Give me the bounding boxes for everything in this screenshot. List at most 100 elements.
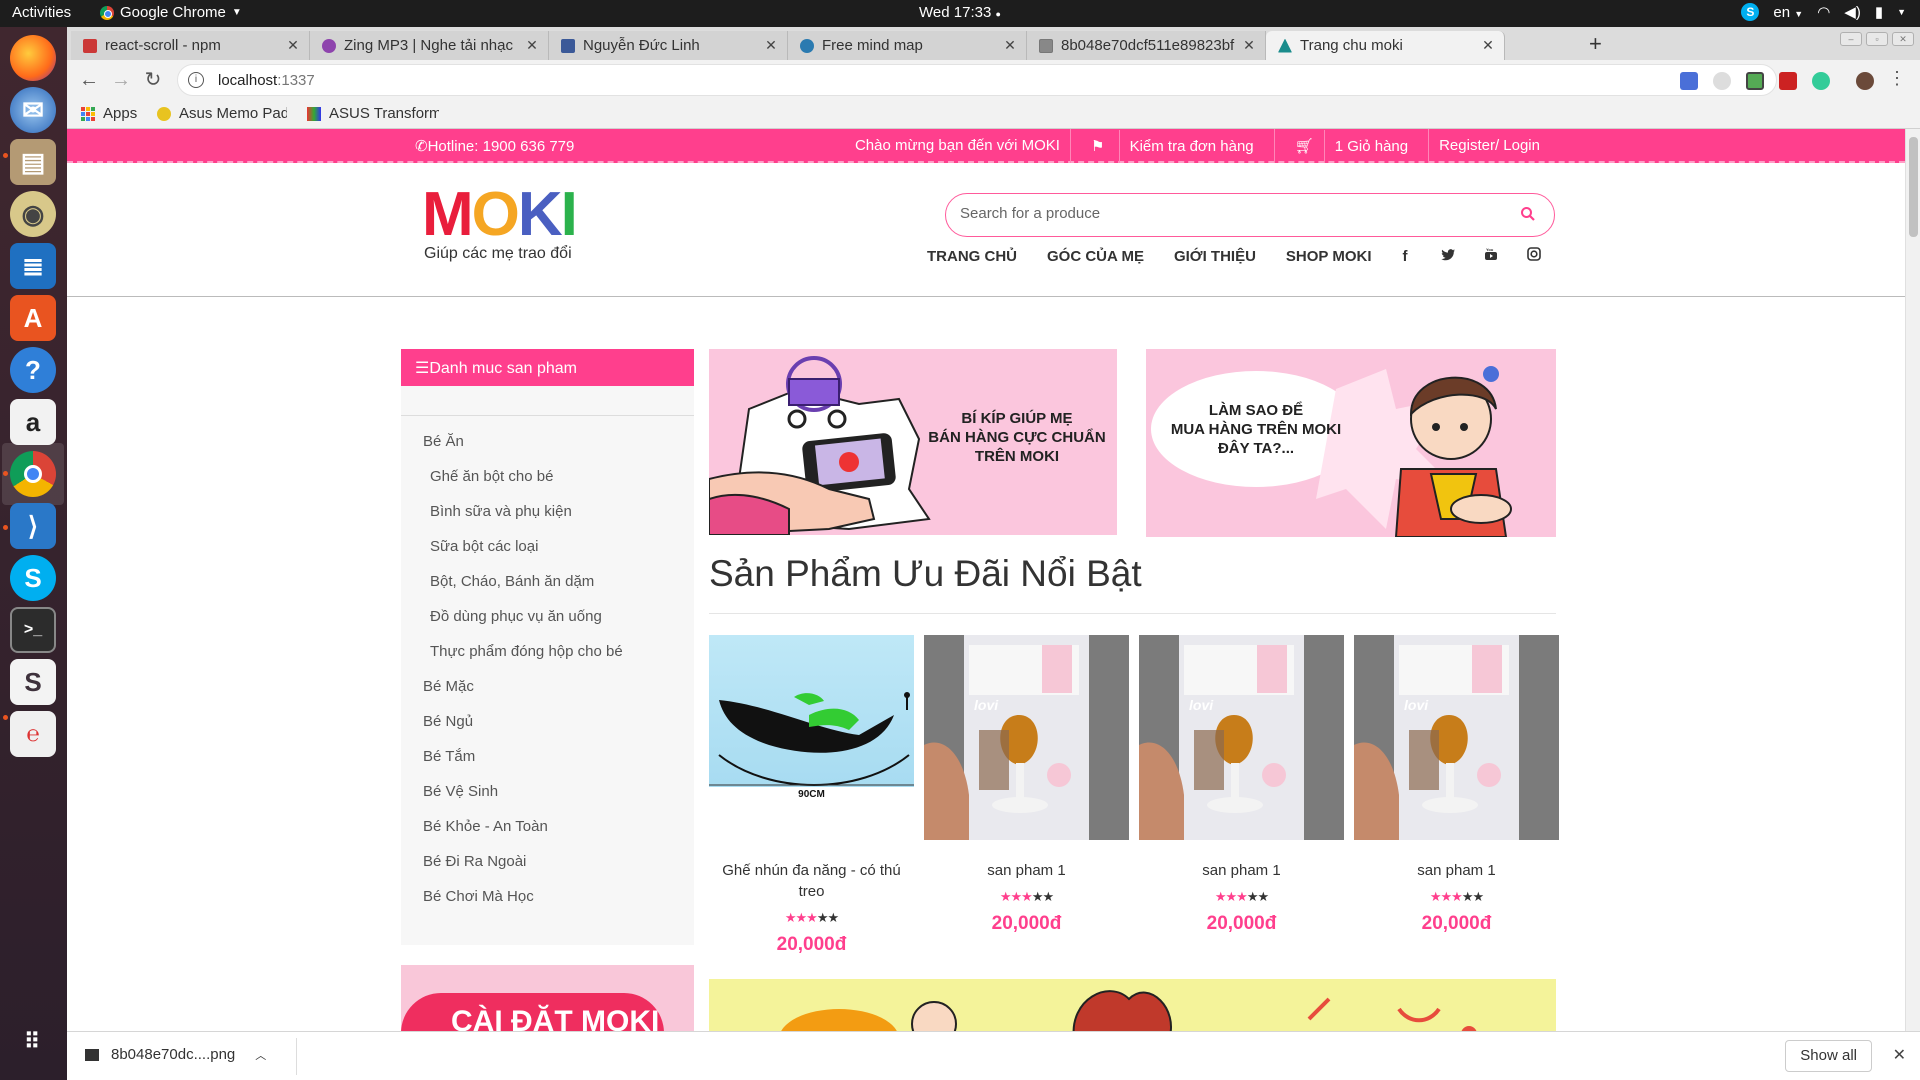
close-icon[interactable]: ✕: [522, 37, 542, 54]
terminal-icon[interactable]: >_: [10, 607, 56, 653]
nav-trang-chu[interactable]: TRANG CHỦ: [927, 248, 1017, 265]
tab-free-mind-map[interactable]: Free mind map ✕: [788, 31, 1027, 60]
system-tray[interactable]: S en ▼ ◠ ◀) ▮ ▼: [1741, 3, 1906, 21]
facebook-icon[interactable]: f: [1384, 248, 1427, 265]
subcategory-item[interactable]: Bình sữa và phụ kiện: [430, 503, 572, 520]
close-icon[interactable]: ✕: [1893, 1045, 1906, 1065]
category-item[interactable]: Bé Ăn: [423, 433, 464, 450]
hotline[interactable]: ✆Hotline: 1900 636 779: [415, 137, 574, 155]
category-item[interactable]: Bé Khỏe - An Toàn: [423, 818, 548, 835]
skype-icon[interactable]: S: [10, 555, 56, 601]
subcategory-item[interactable]: Thực phẩm đóng hộp cho bé: [430, 643, 623, 660]
product-name[interactable]: Ghế nhún đa năng - có thú treo: [709, 860, 914, 902]
tab-zing-mp3[interactable]: Zing MP3 | Nghe tải nhạc ✕: [310, 31, 549, 60]
extension-icon[interactable]: [1779, 72, 1797, 90]
thunderbird-icon[interactable]: ✉: [10, 87, 56, 133]
search-input[interactable]: [960, 205, 1500, 222]
subcategory-item[interactable]: Bột, Cháo, Bánh ăn dặm: [430, 573, 594, 590]
chrome-dock-icon[interactable]: [10, 451, 56, 497]
chrome-menu-icon[interactable]: ⋮: [1888, 68, 1906, 89]
category-item[interactable]: Bé Mặc: [423, 678, 474, 695]
product-card[interactable]: lovi san pham 1 ★★★★★ 20,000đ: [1354, 635, 1559, 935]
clock[interactable]: Wed 17:33 ●: [0, 4, 1920, 21]
reload-button[interactable]: ↻: [139, 66, 167, 94]
product-image-spoon[interactable]: lovi: [924, 635, 1129, 840]
category-item[interactable]: Bé Đi Ra Ngoài: [423, 853, 526, 870]
register-login-link[interactable]: Register/ Login: [1428, 129, 1550, 163]
product-image-spoon[interactable]: lovi: [1139, 635, 1344, 840]
subcategory-item[interactable]: Ghế ăn bột cho bé: [430, 468, 553, 485]
close-window-button[interactable]: ✕: [1892, 32, 1914, 46]
category-item[interactable]: Bé Tắm: [423, 748, 475, 765]
nav-goc-cua-me[interactable]: GÓC CỦA MẸ: [1047, 248, 1144, 265]
cart-link[interactable]: 🛒︎ 1 Giỏ hàng: [1273, 129, 1428, 163]
scrollbar-thumb[interactable]: [1909, 137, 1918, 237]
instagram-icon[interactable]: [1513, 247, 1556, 265]
document-viewer-icon[interactable]: ℮: [10, 711, 56, 757]
extension-icon[interactable]: [1713, 72, 1731, 90]
install-moki-banner[interactable]: CÀI ĐẶT MOKI: [401, 965, 694, 1031]
firefox-icon[interactable]: [10, 35, 56, 81]
new-tab-button[interactable]: +: [1589, 31, 1602, 57]
show-all-button[interactable]: Show all: [1785, 1040, 1872, 1072]
category-menu-header[interactable]: ☰Danh muc san pham: [401, 349, 694, 386]
category-item[interactable]: Bé Chơi Mà Học: [423, 888, 534, 905]
profile-avatar[interactable]: [1856, 72, 1874, 90]
bottom-promo-banner[interactable]: [709, 979, 1556, 1031]
product-image-spoon[interactable]: lovi: [1354, 635, 1559, 840]
bookmark-apps[interactable]: Apps: [81, 105, 137, 122]
software-center-icon[interactable]: A: [10, 295, 56, 341]
address-bar[interactable]: i localhost:1337 ☆: [177, 64, 1777, 96]
moki-logo[interactable]: MOKI Giúp các mẹ trao đổi: [422, 184, 578, 263]
rhythmbox-icon[interactable]: ◉: [10, 191, 56, 237]
product-name[interactable]: san pham 1: [1139, 860, 1344, 881]
category-item[interactable]: Bé Ngủ: [423, 713, 473, 730]
tab-react-scroll[interactable]: react-scroll - npm ✕: [71, 31, 310, 60]
tab-facebook-profile[interactable]: Nguyễn Đức Linh ✕: [549, 31, 788, 60]
extension-icon[interactable]: [1812, 72, 1830, 90]
product-image-bouncer[interactable]: 90CM: [709, 635, 914, 840]
product-card[interactable]: lovi san pham 1 ★★★★★ 20,000đ: [924, 635, 1129, 935]
category-item[interactable]: Bé Vệ Sinh: [423, 783, 498, 800]
extension-icon[interactable]: [1746, 72, 1764, 90]
writer-icon[interactable]: ≣: [10, 243, 56, 289]
files-icon[interactable]: ▤: [10, 139, 56, 185]
tab-image-file[interactable]: 8b048e70dcf511e89823bf ✕: [1027, 31, 1266, 60]
nav-shop-moki[interactable]: SHOP MOKI: [1286, 248, 1372, 265]
youtube-icon[interactable]: You: [1470, 247, 1513, 265]
close-icon[interactable]: ✕: [1239, 37, 1259, 54]
close-icon[interactable]: ✕: [1478, 37, 1498, 54]
nav-gioi-thieu[interactable]: GIỚI THIỆU: [1174, 248, 1256, 265]
minimize-button[interactable]: –: [1840, 32, 1862, 46]
product-card[interactable]: lovi san pham 1 ★★★★★ 20,000đ: [1139, 635, 1344, 935]
close-icon[interactable]: ✕: [283, 37, 303, 54]
site-info-icon[interactable]: i: [188, 72, 204, 88]
forward-button[interactable]: →: [107, 66, 135, 94]
show-apps-icon[interactable]: ⠿: [10, 1019, 56, 1065]
download-item[interactable]: 8b048e70dc....png ︿: [85, 1046, 266, 1063]
skype-tray-icon[interactable]: S: [1741, 3, 1760, 21]
slack-icon[interactable]: S: [10, 659, 56, 705]
product-name[interactable]: san pham 1: [924, 860, 1129, 881]
chevron-up-icon[interactable]: ︿: [255, 1047, 266, 1063]
product-name[interactable]: san pham 1: [1354, 860, 1559, 881]
close-icon[interactable]: ✕: [761, 37, 781, 54]
bookmark-asus-memo-pad[interactable]: Asus Memo Pad: [157, 105, 287, 122]
translate-extension-icon[interactable]: [1680, 72, 1698, 90]
help-icon[interactable]: ?: [10, 347, 56, 393]
promo-banner-seller-tips[interactable]: BÍ KÍP GIÚP MẸ BÁN HÀNG CỰC CHUẨN TRÊN M…: [709, 349, 1117, 535]
subcategory-item[interactable]: Đồ dùng phục vụ ăn uống: [430, 608, 602, 625]
twitter-icon[interactable]: [1427, 248, 1470, 265]
tab-trang-chu-moki[interactable]: Trang chu moki ✕: [1266, 31, 1505, 60]
subcategory-item[interactable]: Sữa bột các loại: [430, 538, 538, 555]
bookmark-asus-transform[interactable]: ASUS Transform: [307, 105, 439, 122]
page-scrollbar[interactable]: [1905, 129, 1920, 1031]
install-moki-button[interactable]: CÀI ĐẶT MOKI: [401, 993, 664, 1031]
product-card[interactable]: 90CM Ghế nhún đa năng - có thú treo ★★★★…: [709, 635, 914, 956]
vscode-icon[interactable]: ⟩: [10, 503, 56, 549]
back-button[interactable]: ←: [75, 66, 103, 94]
check-order-link[interactable]: ⚑ Kiểm tra đơn hàng: [1069, 129, 1274, 163]
promo-banner-buying-guide[interactable]: LÀM SAO ĐỂ MUA HÀNG TRÊN MOKI ĐÂY TA?...: [1146, 349, 1556, 537]
maximize-button[interactable]: ▫: [1866, 32, 1888, 46]
search-icon[interactable]: [1520, 206, 1536, 227]
